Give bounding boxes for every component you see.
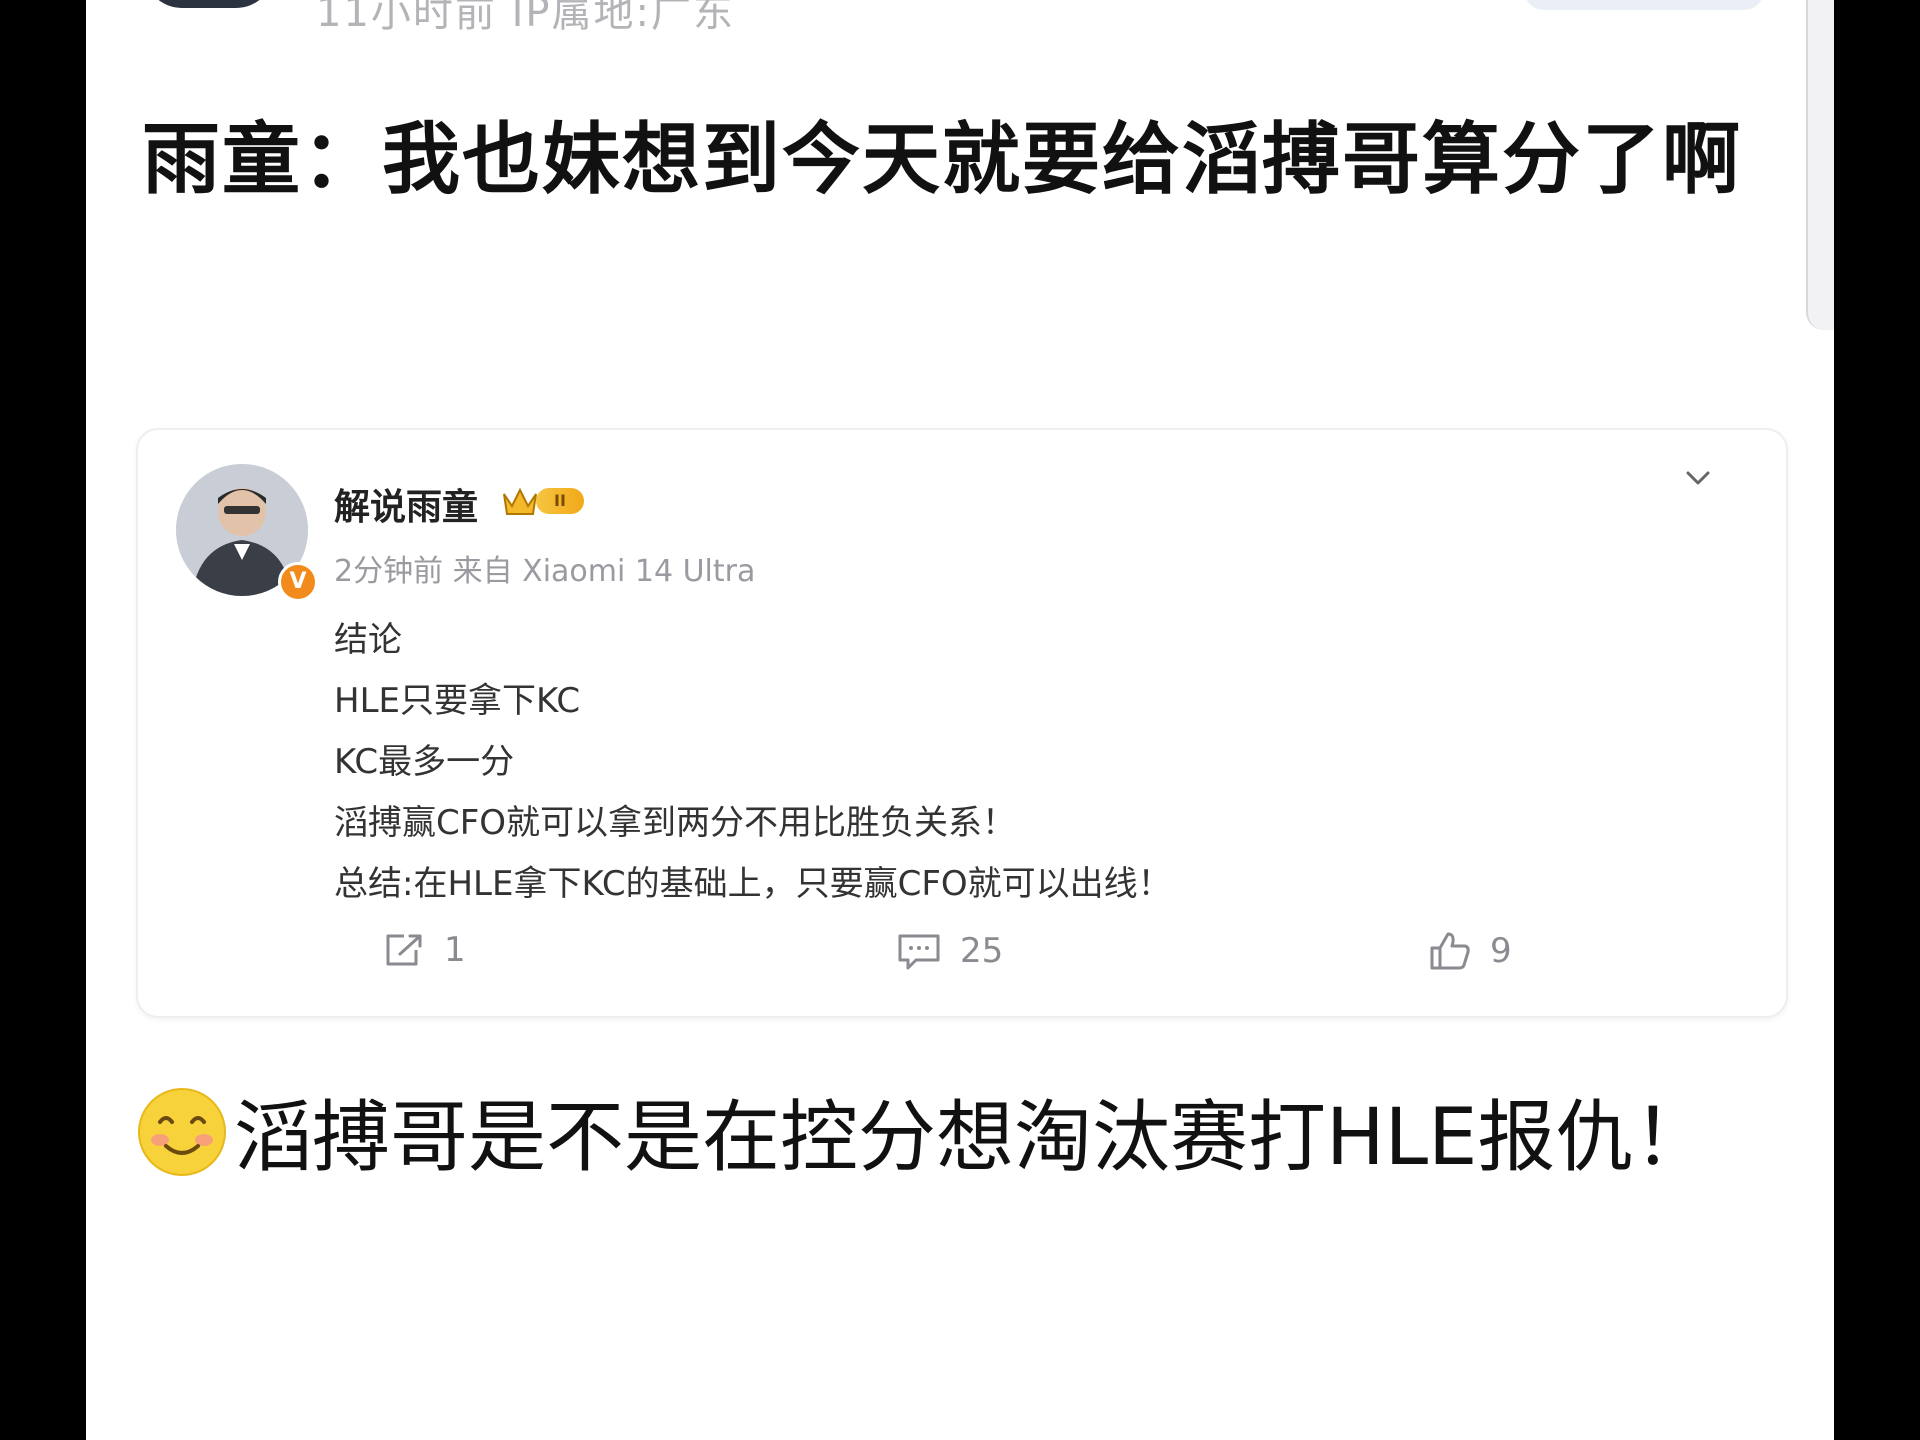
thumbs-up-icon	[1430, 932, 1470, 970]
post-meta-time: 11小时前 IP属地:广东	[316, 0, 736, 36]
comment-count: 25	[960, 931, 1004, 971]
follow-button[interactable]	[1524, 0, 1764, 10]
author-avatar[interactable]	[144, 0, 274, 8]
post-title: 雨童：我也妹想到今天就要给滔搏哥算分了啊	[142, 115, 1743, 205]
member-badge: II	[500, 484, 584, 518]
content-line: 滔搏赢CFO就可以拿到两分不用比胜负关系！	[334, 803, 1017, 843]
comment-button[interactable]: 25	[896, 930, 1003, 972]
smile-emoji-icon	[138, 1088, 226, 1176]
crown-icon	[503, 487, 537, 515]
repost-icon	[386, 934, 422, 966]
badge-level: II	[536, 488, 584, 514]
post-page: 11小时前 IP属地:广东 雨童：我也妹想到今天就要给滔搏哥算分了啊 V 解说雨…	[86, 0, 1834, 1440]
repost-button[interactable]: 1	[382, 930, 466, 970]
quoted-weibo-card[interactable]: V 解说雨童 II 2分钟前 来自 Xiaomi 14 Ultra 结论 HLE…	[136, 428, 1788, 1018]
post-header: 11小时前 IP属地:广东	[86, 0, 1834, 36]
like-button[interactable]: 9	[1428, 930, 1512, 972]
comment-text: 滔搏哥是不是在控分想淘汰赛打HLE报仇！	[234, 1093, 1712, 1183]
content-line: 总结:在HLE拿下KC的基础上，只要赢CFO就可以出线！	[334, 864, 1172, 904]
like-count: 9	[1490, 931, 1512, 971]
scrollbar[interactable]	[1806, 0, 1834, 330]
quoted-meta: 2分钟前 来自 Xiaomi 14 Ultra	[334, 554, 756, 589]
quoted-content: 结论 HLE只要拿下KC KC最多一分 滔搏赢CFO就可以拿到两分不用比胜负关系…	[334, 610, 1734, 915]
content-line: KC最多一分	[334, 742, 515, 782]
repost-count: 1	[444, 930, 466, 970]
verified-badge: V	[278, 562, 318, 602]
comment-text-block: 滔搏哥是不是在控分想淘汰赛打HLE报仇！	[136, 1068, 1756, 1208]
action-bar: 1 25 9	[138, 930, 1786, 990]
content-line: 结论	[334, 620, 402, 660]
content-line: HLE只要拿下KC	[334, 681, 581, 721]
comment-icon	[898, 934, 940, 970]
chevron-down-icon[interactable]	[1680, 460, 1716, 496]
quoted-username[interactable]: 解说雨童	[334, 478, 478, 530]
